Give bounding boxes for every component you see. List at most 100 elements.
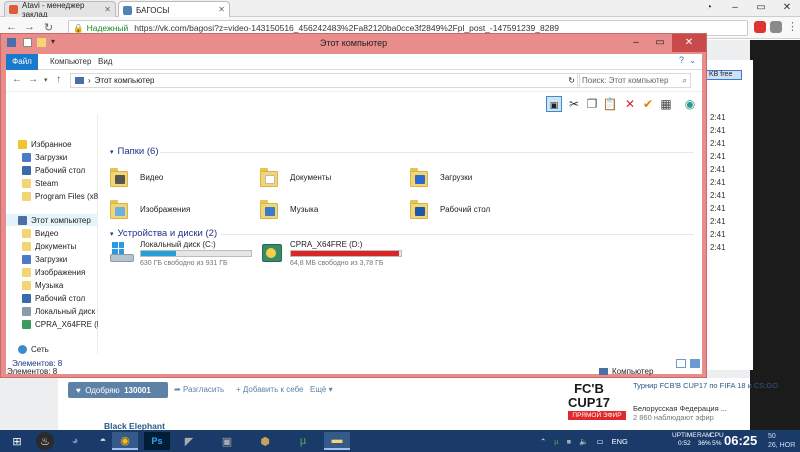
help-icon[interactable]: ? bbox=[679, 55, 684, 65]
app-tray-icon[interactable]: ■ bbox=[567, 437, 572, 446]
time-cell: 2:41 bbox=[710, 178, 726, 187]
preview-pane-icon[interactable]: ▣ bbox=[546, 96, 562, 112]
cpu-meter: CPU 5% bbox=[710, 432, 724, 448]
nav-item-drive-d[interactable]: CPRA_X64FRE (D:) bbox=[6, 318, 98, 330]
music-folder-icon bbox=[260, 198, 280, 220]
folder-downloads[interactable]: Загрузки bbox=[410, 162, 560, 192]
nav-item-program-files[interactable]: Program Files (x86) bbox=[6, 190, 98, 202]
back-icon[interactable]: ← bbox=[12, 74, 22, 85]
tab-file[interactable]: Файл bbox=[6, 54, 38, 70]
collapse-icon: ▾ bbox=[110, 148, 114, 156]
video-folder-icon bbox=[110, 166, 130, 188]
forward-icon[interactable]: → bbox=[28, 74, 38, 85]
drive-c[interactable]: Локальный диск (C:) 630 ГБ свободно из 9… bbox=[110, 238, 270, 272]
search-input[interactable]: Поиск: Этот компьютер ⌕ bbox=[577, 73, 691, 88]
maximize-button[interactable]: ▭ bbox=[648, 34, 672, 52]
nav-item-videos[interactable]: Видео bbox=[6, 227, 98, 239]
delete-icon[interactable]: ✕ bbox=[622, 96, 638, 112]
clock-date: 26, НОЯ bbox=[768, 442, 796, 449]
more-button[interactable]: Ещё ▾ bbox=[310, 385, 333, 394]
path-box[interactable]: › Этот компьютер ↻ bbox=[70, 73, 580, 88]
event-logo: FC'B CUP17 bbox=[568, 381, 610, 410]
explorer-titlebar[interactable]: ▾ Этот компьютер – ▭ ✕ bbox=[1, 34, 706, 54]
computer-icon bbox=[599, 368, 608, 375]
folder-pictures[interactable]: Изображения bbox=[110, 194, 260, 224]
maximize-button[interactable]: ▭ bbox=[748, 0, 774, 16]
nav-label: Документы bbox=[35, 241, 77, 251]
nav-item-downloads[interactable]: Загрузки bbox=[6, 151, 98, 163]
minimize-button[interactable]: – bbox=[722, 0, 748, 16]
close-button[interactable]: ✕ bbox=[774, 0, 800, 16]
network-tray-icon[interactable]: ▭ bbox=[597, 437, 604, 446]
paste-icon[interactable]: 📋 bbox=[602, 96, 618, 112]
utorrent-icon[interactable]: µ bbox=[290, 432, 316, 450]
check-icon[interactable]: ✔ bbox=[640, 96, 656, 112]
nav-item-desktop[interactable]: Рабочий стол bbox=[6, 164, 98, 176]
close-tab-icon[interactable]: ✕ bbox=[218, 5, 225, 14]
event-title-link[interactable]: Турнир FCB'B CUP17 по FIFA 18 и CS:GO bbox=[633, 381, 778, 390]
forward-icon[interactable]: → bbox=[24, 21, 35, 33]
properties-icon[interactable]: ▦ bbox=[658, 96, 674, 112]
nav-favorites[interactable]: Избранное bbox=[6, 138, 98, 150]
nav-item-downloads[interactable]: Загрузки bbox=[6, 253, 98, 265]
file-explorer-icon[interactable]: ▬ bbox=[324, 432, 350, 450]
chevron-up-icon[interactable]: ⌃ bbox=[540, 437, 546, 446]
browser-tab-atavi[interactable]: Atavi - менеджер заклад ✕ bbox=[4, 1, 116, 19]
back-icon[interactable]: ← bbox=[6, 21, 17, 33]
minimize-button[interactable]: – bbox=[624, 34, 648, 52]
nav-item-desktop[interactable]: Рабочий стол bbox=[6, 292, 98, 304]
folder-music[interactable]: Музыка bbox=[260, 194, 410, 224]
extension-icon[interactable] bbox=[754, 21, 766, 33]
speaker-icon[interactable]: 🔈 bbox=[579, 437, 588, 446]
discord-icon[interactable]: ◕ bbox=[62, 432, 88, 450]
like-count: 130001 bbox=[124, 385, 151, 395]
tab-computer[interactable]: Компьютер bbox=[44, 54, 97, 70]
recent-dropdown-icon[interactable]: ▾ bbox=[44, 76, 48, 84]
up-icon[interactable]: ↑ bbox=[56, 74, 61, 85]
like-button[interactable]: ♥ Одобряю 130001 bbox=[68, 382, 168, 398]
copy-icon[interactable]: ❐ bbox=[584, 96, 600, 112]
nav-item-steam[interactable]: Steam bbox=[6, 177, 98, 189]
close-button[interactable]: ✕ bbox=[672, 34, 706, 52]
nav-label: Рабочий стол bbox=[35, 293, 86, 303]
share-button[interactable]: ➦ Разгласить bbox=[174, 385, 224, 394]
clock-time[interactable]: 06:25 bbox=[724, 430, 757, 452]
user-icon[interactable]: ◔ bbox=[696, 0, 722, 16]
nav-item-music[interactable]: Музыка bbox=[6, 279, 98, 291]
nav-this-pc[interactable]: Этот компьютер bbox=[6, 214, 98, 226]
network-drive-icon[interactable]: ◉ bbox=[682, 96, 698, 112]
ribbon-expand-icon[interactable]: ⌄ bbox=[689, 56, 696, 65]
extension-icon[interactable] bbox=[770, 21, 782, 33]
steam-icon[interactable]: ♨ bbox=[36, 432, 54, 450]
collapse-icon: ▾ bbox=[110, 230, 114, 238]
start-button[interactable]: ⊞ bbox=[4, 432, 30, 450]
language-indicator[interactable]: ENG bbox=[612, 437, 628, 446]
close-tab-icon[interactable]: ✕ bbox=[104, 5, 111, 14]
group-divider bbox=[220, 234, 694, 235]
cut-icon[interactable]: ✂ bbox=[566, 96, 582, 112]
menu-icon[interactable]: ⋮ bbox=[787, 20, 798, 33]
refresh-icon[interactable]: ↻ bbox=[568, 76, 575, 85]
nav-item-drive-c[interactable]: Локальный диск (C bbox=[6, 305, 98, 317]
folder-documents[interactable]: Документы bbox=[260, 162, 410, 192]
folder-icon bbox=[22, 191, 31, 201]
folders-header[interactable]: ▾ Папки (6) bbox=[110, 146, 158, 157]
ribbon-tabs: Файл Компьютер Вид ⌄ ? bbox=[6, 54, 702, 70]
app-icon[interactable]: ⬢ bbox=[252, 432, 278, 450]
time-cell: 2:41 bbox=[710, 126, 726, 135]
nav-item-pictures[interactable]: Изображения bbox=[6, 266, 98, 278]
app-icon[interactable]: ◤ bbox=[176, 432, 202, 450]
tab-view[interactable]: Вид bbox=[92, 54, 118, 70]
clock-day[interactable]: 50 26, НОЯ bbox=[768, 432, 795, 450]
photoshop-icon[interactable]: Ps bbox=[144, 432, 170, 450]
chrome-icon[interactable]: ◉ bbox=[112, 432, 138, 450]
add-to-self-button[interactable]: + Добавить к себе bbox=[236, 385, 304, 394]
utorrent-tray-icon[interactable]: µ bbox=[554, 437, 558, 446]
drive-d[interactable]: CPRA_X64FRE (D:) 64,8 МБ свободно из 3,7… bbox=[260, 238, 420, 272]
folder-desktop[interactable]: Рабочий стол bbox=[410, 194, 560, 224]
app-icon[interactable]: ▣ bbox=[214, 432, 240, 450]
star-icon bbox=[18, 139, 27, 149]
nav-item-documents[interactable]: Документы bbox=[6, 240, 98, 252]
folder-videos[interactable]: Видео bbox=[110, 162, 260, 192]
browser-tab-bagosy[interactable]: БАГОСЫ ✕ bbox=[118, 1, 230, 18]
